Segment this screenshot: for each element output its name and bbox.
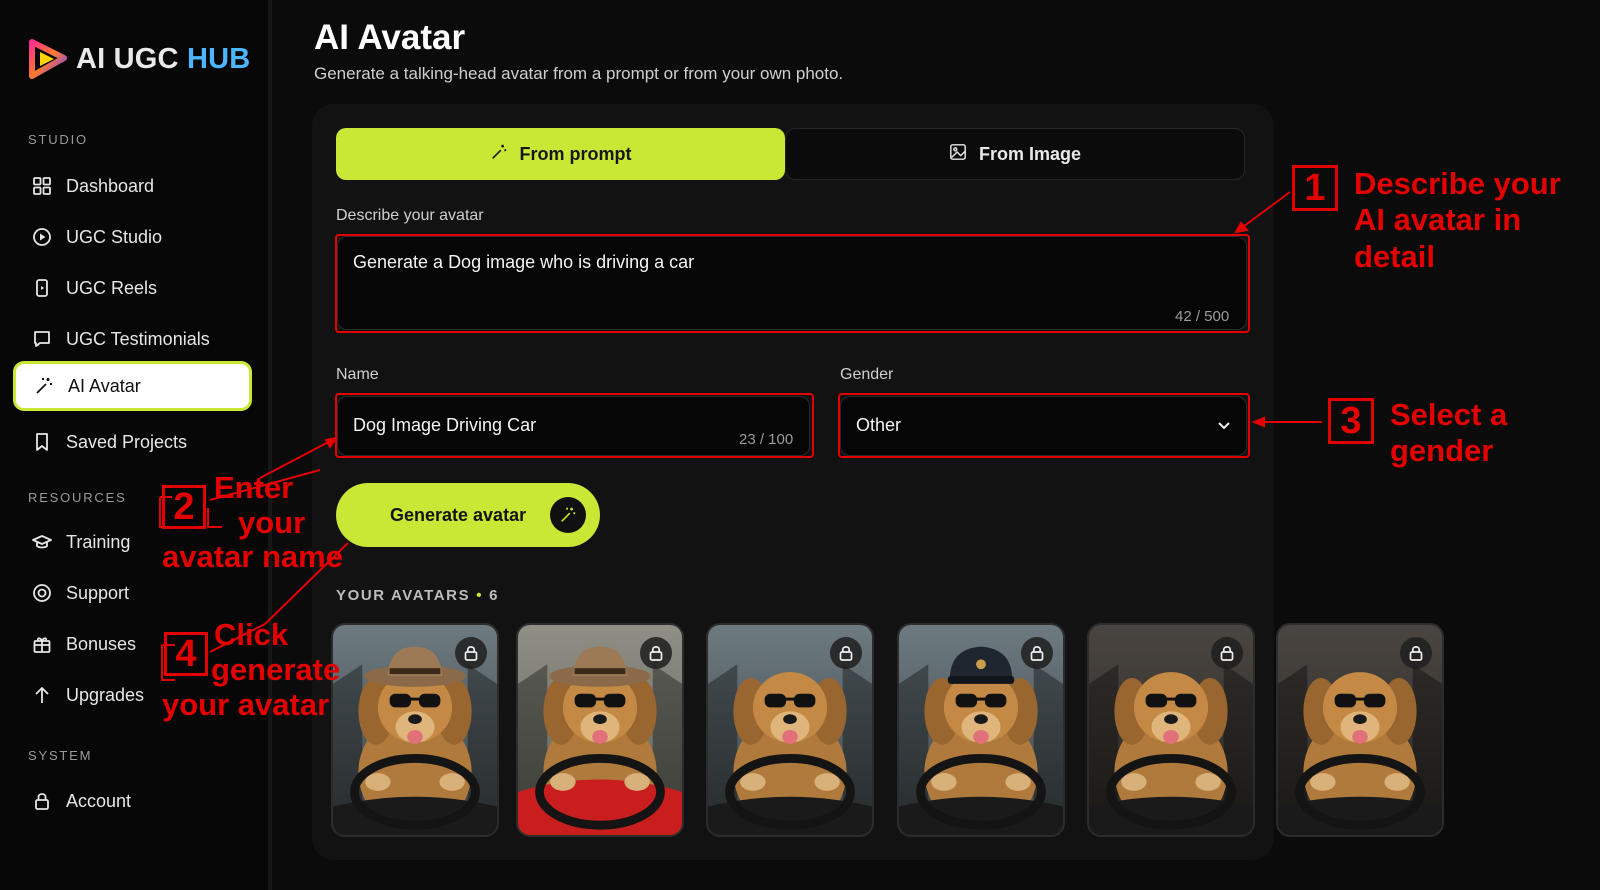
lock-icon[interactable] <box>640 637 672 669</box>
highlight-frame <box>335 234 1250 333</box>
page-title: AI Avatar <box>314 18 466 57</box>
logo-text: AI UGC HUB <box>76 42 251 75</box>
annotation-step-4-line1: Click <box>214 617 289 652</box>
name-label: Name <box>336 366 379 383</box>
gender-value: Other <box>856 415 902 435</box>
sidebar-item-label: Saved Projects <box>66 431 188 452</box>
name-counter: 23 / 100 <box>739 431 794 448</box>
sidebar-item-label: Dashboard <box>66 175 155 196</box>
play-circle-icon <box>32 227 52 247</box>
annotation-step-2-line2: your <box>238 505 306 540</box>
sidebar-item-ai-avatar[interactable]: AI Avatar <box>14 362 251 410</box>
avatars-section-title: YOUR AVATARS • 6 <box>336 587 500 604</box>
magic-wand-icon <box>34 376 54 396</box>
annotation-step-3-number: 3 <box>1328 398 1374 444</box>
lock-icon[interactable] <box>1211 637 1243 669</box>
generate-avatar-button[interactable]: Generate avatar <box>336 483 600 547</box>
annotation-step-4-line3: your avatar <box>162 687 330 722</box>
sidebar-item-label: Upgrades <box>66 684 145 705</box>
prompt-value: Generate a Dog image who is driving a ca… <box>353 252 695 272</box>
annotation-step-3: Select a gender <box>1390 397 1508 469</box>
tab-label: From prompt <box>519 143 632 164</box>
gift-icon <box>32 634 52 654</box>
logo-icon <box>28 38 68 80</box>
annotation-step-4-line2: generate <box>211 652 341 687</box>
image-icon <box>949 143 967 166</box>
avatar-thumbnail[interactable] <box>897 623 1065 837</box>
prompt-counter: 42 / 500 <box>1175 308 1230 325</box>
annotation-step-1: Describe your AI avatar in detail <box>1354 166 1561 274</box>
sidebar-item-label: UGC Testimonials <box>66 328 210 349</box>
gender-label: Gender <box>840 366 894 383</box>
graduation-cap-icon <box>32 532 52 552</box>
sidebar-item-label: Account <box>66 790 132 811</box>
magic-wand-icon <box>490 143 508 166</box>
lock-icon[interactable] <box>830 637 862 669</box>
annotation-step-2-number: 2 <box>162 485 206 529</box>
prompt-label: Describe your avatar <box>336 207 484 224</box>
avatar-thumbnail[interactable] <box>1276 623 1444 837</box>
bookmark-icon <box>32 432 52 452</box>
avatar-thumbnail[interactable] <box>1087 623 1255 837</box>
sidebar-item-ugc-studio[interactable]: UGC Studio <box>14 213 251 261</box>
logo[interactable]: AI UGC HUB <box>28 38 250 80</box>
magic-wand-icon <box>550 497 587 533</box>
lock-icon[interactable] <box>1021 637 1053 669</box>
name-value: Dog Image Driving Car <box>353 415 537 435</box>
lock-icon[interactable] <box>455 637 487 669</box>
section-resources: RESOURCES <box>28 490 127 505</box>
lock-icon <box>32 791 52 811</box>
sidebar-item-label: Training <box>66 531 131 552</box>
sidebar-item-label: UGC Reels <box>66 277 158 298</box>
sidebar-item-ugc-testimonials[interactable]: UGC Testimonials <box>14 315 251 363</box>
chat-icon <box>32 329 52 349</box>
sidebar-item-label: Bonuses <box>66 633 137 654</box>
sidebar-item-label: UGC Studio <box>66 226 163 247</box>
avatar-thumbnail[interactable] <box>331 623 499 837</box>
sidebar-item-saved-projects[interactable]: Saved Projects <box>14 418 251 466</box>
lock-icon[interactable] <box>1400 637 1432 669</box>
annotation-step-2-line3: avatar name <box>162 539 343 574</box>
page-subtitle: Generate a talking-head avatar from a pr… <box>314 64 844 83</box>
sidebar-item-label: AI Avatar <box>68 375 141 396</box>
phone-icon <box>32 278 52 298</box>
section-system: SYSTEM <box>28 748 93 763</box>
chevron-down-icon <box>1216 417 1232 438</box>
arrow-up-icon <box>32 685 52 705</box>
tab-from-prompt[interactable]: From prompt <box>336 128 785 180</box>
tab-from-image[interactable]: From Image <box>785 128 1245 180</box>
grid-icon <box>32 176 52 196</box>
sidebar-item-ugc-reels[interactable]: UGC Reels <box>14 264 251 312</box>
section-studio: STUDIO <box>28 132 88 147</box>
sidebar-item-dashboard[interactable]: Dashboard <box>14 162 251 210</box>
sidebar-item-label: Support <box>66 582 130 603</box>
sidebar-item-support[interactable]: Support <box>14 569 251 617</box>
tab-label: From Image <box>978 143 1082 164</box>
sidebar: AI UGC HUB STUDIO Dashboard UGC Studio U… <box>0 0 272 890</box>
support-icon <box>32 583 52 603</box>
annotation-step-4-number: 4 <box>164 632 208 676</box>
annotation-step-1-number: 1 <box>1292 165 1338 211</box>
generate-label: Generate avatar <box>390 504 527 525</box>
annotation-step-2-line1: Enter <box>214 470 294 505</box>
avatar-thumbnail[interactable] <box>516 623 684 837</box>
sidebar-item-account[interactable]: Account <box>14 777 251 825</box>
avatar-thumbnail[interactable] <box>706 623 874 837</box>
